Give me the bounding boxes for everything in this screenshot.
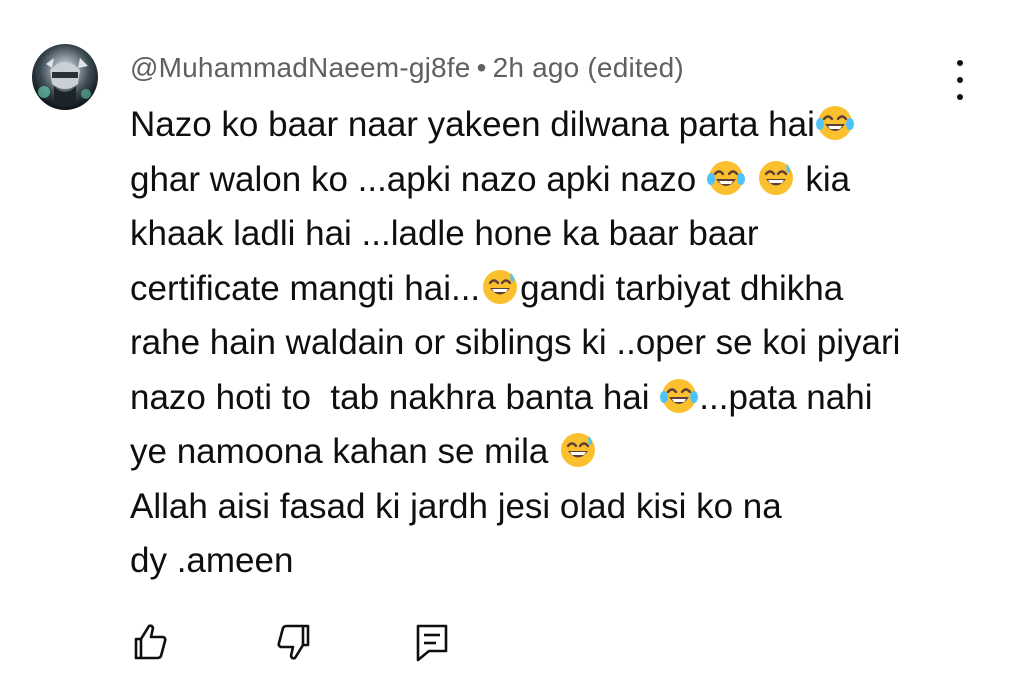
reply-button[interactable] [410, 620, 454, 664]
comment-line: nazo hoti to tab nakhra banta hai ...pat… [130, 371, 950, 426]
comment-text-segment: rahe hain waldain or siblings ki ..oper … [130, 323, 901, 362]
thumb-down-icon [277, 624, 310, 660]
tears-of-joy-emoji-icon [660, 378, 699, 413]
comment-line: Nazo ko baar naar yakeen dilwana parta h… [130, 98, 950, 153]
comment-text-segment: certificate mangti hai... [130, 268, 481, 308]
comment-line: certificate mangti hai... gandi tarbiyat … [130, 262, 950, 317]
comment-line: rahe hain waldain or siblings ki ..oper … [130, 316, 950, 371]
author-avatar[interactable] [32, 44, 98, 110]
comment-meta: @MuhammadNaeem-gj8fe • 2h ago (edited) [130, 52, 684, 84]
comment-line: ghar walon ko ...apki nazo apki nazo kia [130, 153, 950, 208]
comment-text-segment: ghar walon ko ...apki nazo apki nazo [130, 159, 706, 199]
comment-line: dy .ameen [130, 534, 950, 589]
comment-text-segment [746, 160, 756, 199]
comment-text-segment: gandi tarbiyat dhikha [520, 268, 844, 308]
more-vert-icon [957, 94, 963, 100]
comment-text: Nazo ko baar naar yakeen dilwana parta h… [130, 98, 950, 589]
comment-timestamp[interactable]: 2h ago (edited) [493, 52, 684, 83]
comment-text-segment: Nazo ko baar naar yakeen dilwana parta h… [130, 105, 815, 144]
comment-text-segment: nazo hoti to tab nakhra banta hai [130, 377, 660, 417]
thumb-up-icon [134, 624, 167, 660]
grin-sweat-emoji-icon [483, 269, 518, 304]
comment-text-segment: dy .ameen [130, 541, 294, 580]
comment-text-segment: ye namoona kahan se mila [130, 432, 559, 471]
tears-of-joy-emoji-icon [815, 106, 854, 140]
comment-text-segment: Allah aisi fasad ki jardh jesi olad kisi… [130, 486, 782, 526]
like-button[interactable] [128, 620, 172, 664]
avatar-image [38, 58, 91, 104]
comment-line: Allah aisi fasad ki jardh jesi olad kisi… [130, 480, 950, 535]
tears-of-joy-emoji-icon [706, 160, 745, 195]
comment-text-segment: khaak ladli hai ...ladle hone ka baar ba… [130, 214, 759, 253]
more-vert-icon [957, 60, 963, 66]
comment-text-segment: ...pata nahi [699, 377, 873, 417]
author-handle[interactable]: @MuhammadNaeem-gj8fe [130, 52, 471, 83]
comment-actions [0, 620, 1024, 664]
comment-line: khaak ladli hai ...ladle hone ka baar ba… [130, 207, 950, 262]
dislike-button[interactable] [272, 620, 316, 664]
more-options-button[interactable] [946, 60, 974, 100]
comment-line: ye namoona kahan se mila [130, 425, 950, 480]
more-vert-icon [957, 77, 963, 83]
reply-comment-icon [416, 624, 448, 662]
grin-sweat-emoji-icon [758, 160, 793, 195]
comment-text-segment: kia [795, 159, 851, 199]
grin-sweat-emoji-icon [561, 433, 596, 467]
meta-separator: • [476, 52, 487, 83]
